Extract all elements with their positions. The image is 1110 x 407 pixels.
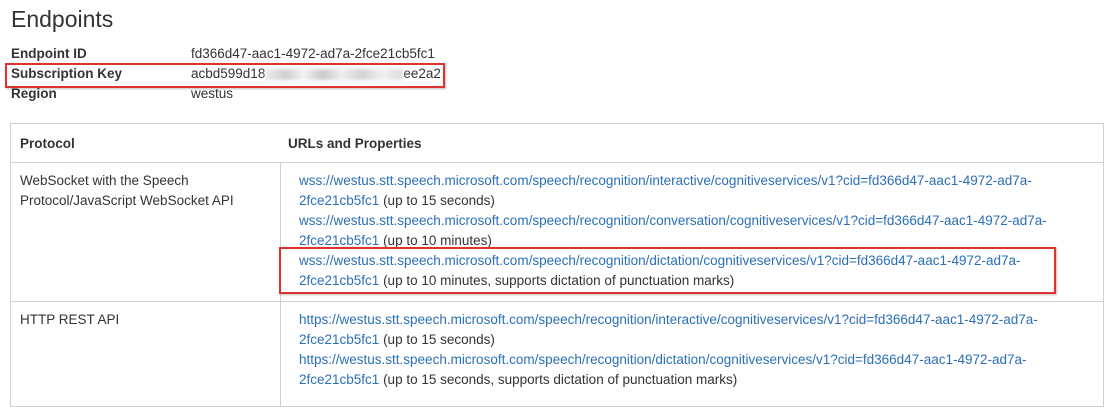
protocol-header: Protocol: [20, 135, 75, 151]
table-header: Protocol URLs and Properties: [10, 123, 1104, 163]
endpoint-id-label: Endpoint ID: [11, 46, 87, 61]
table-row: HTTP REST API https://westus.stt.speech.…: [10, 301, 1104, 407]
url-entry: wss://westus.stt.speech.microsoft.com/sp…: [299, 171, 1103, 211]
protocol-cell: HTTP REST API: [10, 301, 281, 407]
subscription-key-highlight: [5, 63, 445, 88]
dictation-url-highlight: [279, 247, 1056, 294]
url-entry: https://westus.stt.speech.microsoft.com/…: [299, 310, 1103, 350]
url-entry: wss://westus.stt.speech.microsoft.com/sp…: [299, 211, 1103, 251]
url-note: (up to 10 minutes): [379, 233, 492, 248]
url-note: (up to 15 seconds): [379, 193, 495, 208]
protocol-cell: WebSocket with the Speech Protocol/JavaS…: [10, 162, 281, 302]
urls-cell: https://westus.stt.speech.microsoft.com/…: [280, 301, 1104, 407]
page-title: Endpoints: [11, 6, 114, 32]
url-note: (up to 15 seconds, supports dictation of…: [379, 372, 738, 387]
url-note: (up to 15 seconds): [379, 332, 495, 347]
endpoint-id-value: fd366d47-aac1-4972-ad7a-2fce21cb5fc1: [191, 46, 435, 61]
urls-header: URLs and Properties: [288, 135, 422, 151]
table-header-row: Protocol URLs and Properties: [10, 123, 1104, 163]
url-entry: https://westus.stt.speech.microsoft.com/…: [299, 350, 1103, 390]
